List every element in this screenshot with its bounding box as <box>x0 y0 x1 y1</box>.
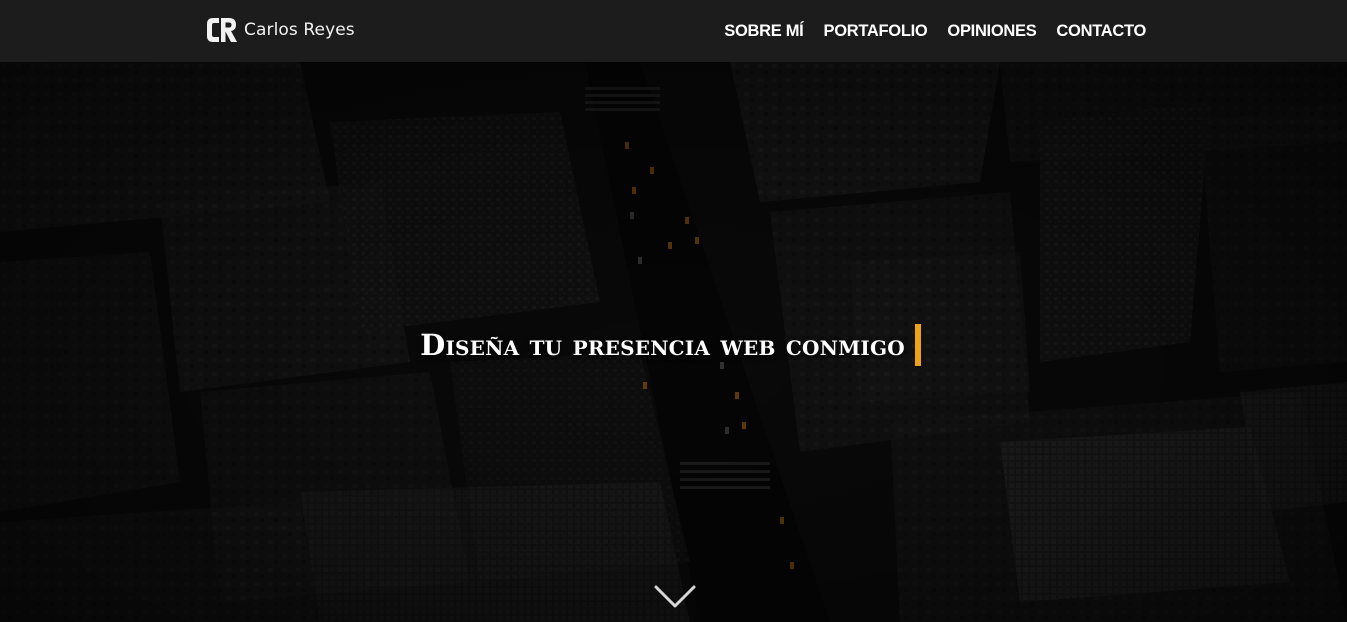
typing-cursor <box>914 324 921 366</box>
nav-link-portafolio[interactable]: PORTAFOLIO <box>823 22 927 40</box>
nav-item-sobre-mi: SOBRE MÍ <box>724 22 804 41</box>
nav-item-opiniones: OPINIONES <box>947 22 1036 41</box>
main-nav: SOBRE MÍ PORTAFOLIO OPINIONES CONTACTO <box>724 0 1146 62</box>
nav-link-sobre-mi[interactable]: SOBRE MÍ <box>724 22 804 40</box>
navbar: Carlos Reyes SOBRE MÍ PORTAFOLIO OPINION… <box>0 0 1347 62</box>
brand-link[interactable]: Carlos Reyes <box>206 16 355 44</box>
brand-name: Carlos Reyes <box>244 20 355 40</box>
headline-container: Diseña tu presencia web conmigo <box>0 324 1347 366</box>
nav-item-contacto: CONTACTO <box>1056 22 1146 41</box>
nav-link-contacto[interactable]: CONTACTO <box>1056 22 1146 40</box>
nav-link-opiniones[interactable]: OPINIONES <box>947 22 1036 40</box>
cr-logo-icon <box>207 18 237 42</box>
hero-headline: Diseña tu presencia web conmigo <box>420 328 905 362</box>
nav-item-portafolio: PORTAFOLIO <box>823 22 927 41</box>
hero-section: Diseña tu presencia web conmigo <box>0 62 1347 622</box>
chevron-down-icon[interactable] <box>654 584 696 610</box>
